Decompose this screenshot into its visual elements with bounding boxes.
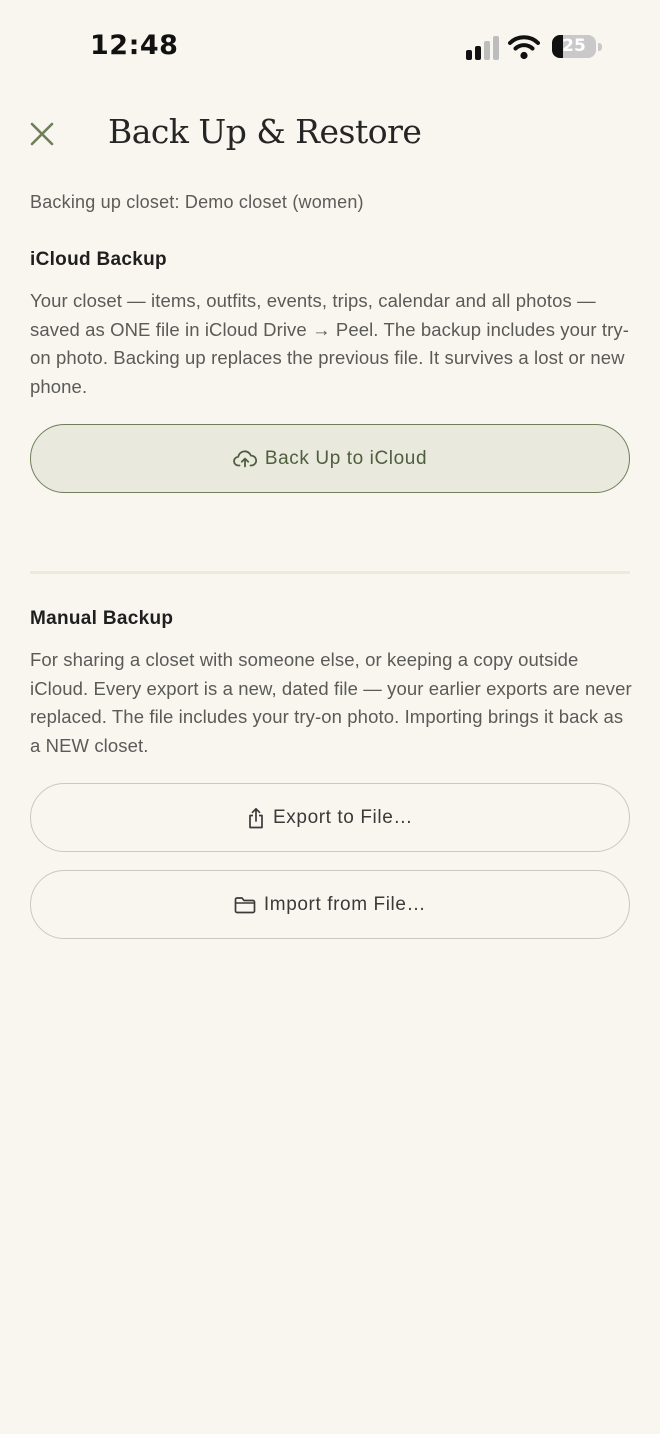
icloud-section-heading: iCloud Backup (30, 249, 167, 270)
close-button[interactable] (26, 118, 58, 150)
battery-icon: 25 (552, 35, 596, 58)
back-up-to-icloud-button[interactable]: Back Up to iCloud (30, 424, 630, 493)
cloud-upload-icon (233, 449, 257, 469)
import-from-file-label: Import from File… (263, 893, 427, 915)
share-icon (247, 807, 265, 829)
export-to-file-label: Export to File… (273, 806, 413, 828)
wifi-icon (508, 35, 540, 60)
closet-subtitle: Backing up closet: Demo closet (women) (30, 192, 364, 212)
icloud-section-description: Your closet — items, outfits, events, tr… (30, 290, 630, 397)
status-time: 12:48 (90, 30, 179, 61)
cellular-signal-icon (466, 34, 502, 60)
folder-icon (234, 896, 256, 914)
screen: 12:48 25 Back Up & Restore Backing up cl… (0, 0, 660, 1434)
battery-level: 25 (562, 36, 586, 56)
page-title: Back Up & Restore (108, 112, 422, 151)
back-up-to-icloud-label: Back Up to iCloud (264, 447, 428, 469)
close-icon (30, 122, 54, 146)
import-from-file-button[interactable]: Import from File… (30, 870, 630, 939)
manual-section-heading: Manual Backup (30, 608, 174, 629)
battery-cap (598, 43, 602, 51)
manual-section-description: For sharing a closet with someone else, … (30, 649, 632, 756)
section-divider (30, 571, 630, 574)
export-to-file-button[interactable]: Export to File… (30, 783, 630, 852)
